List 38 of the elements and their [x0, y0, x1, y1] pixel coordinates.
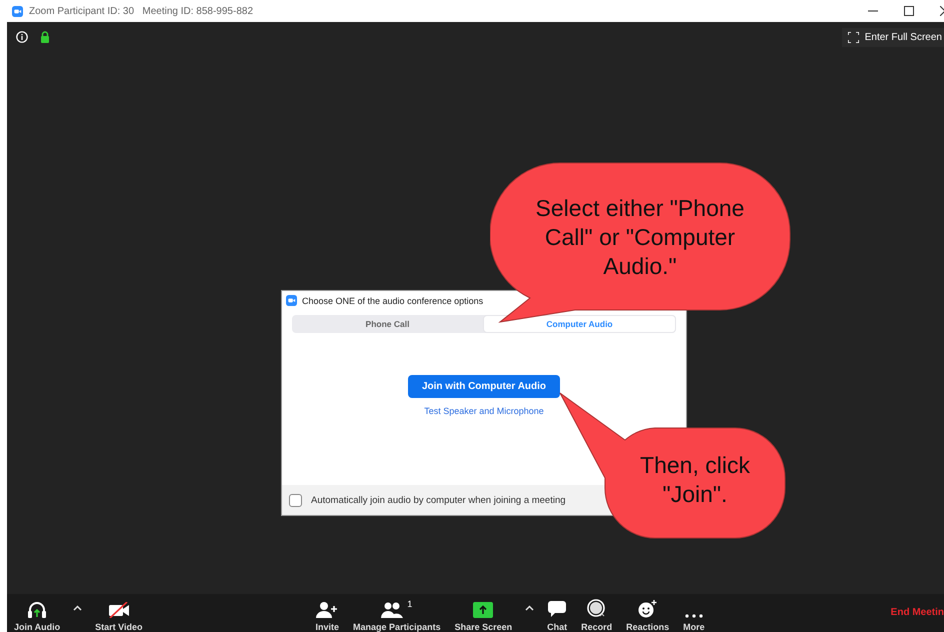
- callout-text: Select either "Phone Call" or "Computer Audio.": [534, 194, 746, 281]
- end-meeting-button[interactable]: End Meetin: [870, 607, 944, 632]
- expand-icon: [848, 32, 859, 42]
- people-icon: [381, 602, 404, 618]
- checkbox-label: Automatically join audio by computer when joining a meeting: [311, 494, 566, 506]
- toolbar-button[interactable]: Record: [574, 598, 620, 632]
- toolbar-button[interactable]: Reactions: [619, 598, 676, 632]
- share-screen-icon: [473, 602, 494, 618]
- app-logo-icon: [12, 6, 23, 16]
- join-button[interactable]: Join with Computer Audio: [408, 375, 560, 398]
- toolbar-button[interactable]: Chat: [540, 598, 574, 632]
- headphones-icon: [27, 601, 48, 618]
- add-person-icon: [316, 602, 338, 618]
- caret-icon: [525, 605, 534, 611]
- more-icon: [684, 614, 703, 618]
- toolbar-button[interactable]: More: [676, 598, 712, 632]
- toolbar-button[interactable]: Share Screen: [448, 598, 520, 632]
- video-off-icon: [108, 602, 130, 618]
- record-icon: [586, 599, 607, 618]
- checkbox[interactable]: [289, 494, 302, 506]
- dialog-title: Choose ONE of the audio conference options: [302, 296, 484, 306]
- lock-icon[interactable]: [40, 31, 50, 43]
- info-icon[interactable]: [16, 31, 28, 43]
- toolbar-button[interactable]: Start Video: [88, 598, 150, 632]
- app-logo-icon: [286, 295, 297, 306]
- full-screen-button[interactable]: Enter Full Screen: [842, 28, 944, 46]
- chat-icon: [547, 600, 568, 618]
- participant-count: 1: [407, 599, 412, 609]
- window-title: Zoom Participant ID: 30 Meeting ID: 858-995-882: [29, 6, 254, 16]
- callout-text: Then, click "Join".: [639, 451, 751, 509]
- toolbar-button[interactable]: Invite: [308, 598, 346, 632]
- test-link[interactable]: Test Speaker and Microphone: [424, 406, 544, 416]
- smiley-icon: [638, 600, 658, 618]
- maximize-icon[interactable]: [904, 6, 914, 16]
- caret-icon: [73, 605, 82, 611]
- tab[interactable]: Phone Call: [292, 315, 483, 333]
- toolbar-button[interactable]: Join Audio: [7, 598, 68, 632]
- toolbar-button[interactable]: 1 Manage Participants: [346, 598, 448, 632]
